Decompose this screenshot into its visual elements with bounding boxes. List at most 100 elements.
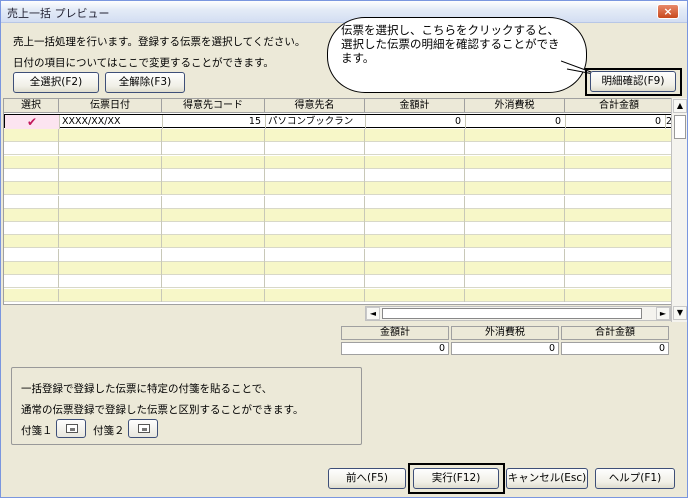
grid-cell[interactable] (265, 195, 365, 209)
tag2-button[interactable] (128, 419, 158, 438)
execute-button[interactable]: 実行(F12) (413, 468, 499, 489)
grid-cell[interactable] (59, 248, 162, 262)
column-header-select[interactable]: 選択 (4, 99, 59, 113)
table-row[interactable]: ✔ XXXX/XX/XX 15 パソコンブックラン 0 0 0 2 (4, 114, 672, 129)
grid-cell[interactable] (265, 168, 365, 182)
grid-cell[interactable] (162, 129, 265, 142)
grid-cell[interactable] (465, 142, 565, 156)
scroll-down-icon[interactable]: ▼ (673, 306, 687, 320)
grid-cell[interactable] (565, 289, 672, 302)
close-button[interactable]: × (657, 4, 679, 19)
grid-cell[interactable] (4, 142, 59, 156)
grid-cell[interactable] (365, 168, 465, 182)
grid-cell[interactable] (365, 248, 465, 262)
grid-cell[interactable] (4, 182, 59, 196)
grid-cell[interactable] (565, 142, 672, 155)
help-button[interactable]: ヘルプ(F1) (595, 468, 675, 489)
grid-cell[interactable] (365, 288, 465, 302)
grid-cell[interactable] (162, 142, 265, 156)
grid-cell[interactable] (265, 208, 365, 222)
grid-cell[interactable] (265, 129, 365, 142)
grid-cell[interactable] (162, 195, 265, 209)
grid-cell[interactable] (465, 129, 565, 142)
grid-cell[interactable] (565, 209, 672, 222)
grid-cell[interactable] (465, 262, 565, 275)
table-row[interactable] (4, 248, 672, 262)
horizontal-scroll-thumb[interactable] (382, 308, 642, 319)
grid-cell[interactable] (4, 129, 59, 142)
grid-cell[interactable] (59, 288, 162, 302)
table-row[interactable] (4, 155, 672, 169)
table-row[interactable] (4, 288, 672, 302)
column-header-date[interactable]: 伝票日付 (59, 99, 162, 113)
grid-cell[interactable] (565, 249, 672, 262)
grid-cell[interactable] (162, 182, 265, 196)
grid-cell[interactable] (365, 208, 465, 222)
grid-cell[interactable] (4, 262, 59, 275)
table-row[interactable] (4, 168, 672, 182)
grid-cell[interactable] (565, 196, 672, 209)
grid-cell[interactable] (162, 262, 265, 275)
grid-cell[interactable] (162, 208, 265, 222)
grid-cell[interactable] (465, 168, 565, 182)
prev-button[interactable]: 前へ(F5) (328, 468, 406, 489)
grid-cell[interactable] (565, 275, 672, 288)
grid-cell[interactable] (565, 169, 672, 182)
grid-cell[interactable] (365, 155, 465, 169)
grid-cell[interactable] (4, 248, 59, 262)
grid-cell[interactable] (365, 129, 465, 142)
table-row[interactable] (4, 275, 672, 289)
grid-cell[interactable] (4, 275, 59, 289)
grid-cell[interactable] (162, 222, 265, 236)
grid-cell[interactable] (162, 275, 265, 289)
grid-cell[interactable] (465, 288, 565, 302)
grid-cell[interactable] (59, 155, 162, 169)
grid-cell[interactable] (162, 168, 265, 182)
grid-cell[interactable] (565, 129, 672, 142)
grid-cell[interactable] (265, 275, 365, 289)
grid-cell[interactable] (265, 222, 365, 236)
grid-cell[interactable] (365, 235, 465, 249)
grid-cell[interactable] (4, 222, 59, 236)
grid-cell[interactable] (265, 182, 365, 196)
grid-cell[interactable] (4, 155, 59, 169)
row-select-checkmark[interactable]: ✔ (5, 115, 60, 129)
column-header-customer-code[interactable]: 得意先コード (162, 99, 265, 113)
column-header-tax[interactable]: 外消費税 (465, 99, 565, 113)
grid-cell[interactable] (265, 288, 365, 302)
grid-cell[interactable] (59, 262, 162, 275)
table-row[interactable] (4, 222, 672, 236)
grid-cell[interactable] (265, 248, 365, 262)
grid-cell[interactable] (4, 288, 59, 302)
grid-cell[interactable] (4, 195, 59, 209)
grid-cell[interactable] (265, 155, 365, 169)
detail-confirm-button[interactable]: 明細確認(F9) (590, 71, 676, 92)
grid-cell[interactable] (565, 182, 672, 195)
table-row[interactable] (4, 195, 672, 209)
grid-cell[interactable] (265, 262, 365, 275)
grid-cell[interactable] (265, 142, 365, 156)
horizontal-scrollbar[interactable]: ◄ ► (365, 306, 671, 321)
column-header-customer-name[interactable]: 得意先名 (265, 99, 365, 113)
cancel-button[interactable]: キャンセル(Esc) (506, 468, 588, 489)
column-header-total[interactable]: 合計金額 (565, 99, 672, 113)
table-row[interactable] (4, 208, 672, 222)
grid-cell[interactable] (365, 142, 465, 156)
select-all-button[interactable]: 全選択(F2) (13, 72, 99, 93)
grid-cell[interactable] (465, 155, 565, 169)
grid-cell[interactable] (59, 195, 162, 209)
grid-cell[interactable] (465, 235, 565, 249)
grid-cell[interactable] (4, 168, 59, 182)
deselect-all-button[interactable]: 全解除(F3) (105, 72, 185, 93)
grid-cell[interactable] (59, 222, 162, 236)
grid-cell[interactable] (565, 262, 672, 275)
grid-cell[interactable] (59, 235, 162, 249)
column-header-amount[interactable]: 金額計 (365, 99, 465, 113)
grid-cell[interactable] (365, 195, 465, 209)
grid-cell[interactable] (59, 129, 162, 142)
scroll-left-icon[interactable]: ◄ (366, 307, 380, 320)
grid-cell[interactable] (4, 235, 59, 249)
grid-cell[interactable] (59, 142, 162, 156)
grid-cell[interactable] (59, 168, 162, 182)
cell-date[interactable]: XXXX/XX/XX (60, 115, 163, 129)
